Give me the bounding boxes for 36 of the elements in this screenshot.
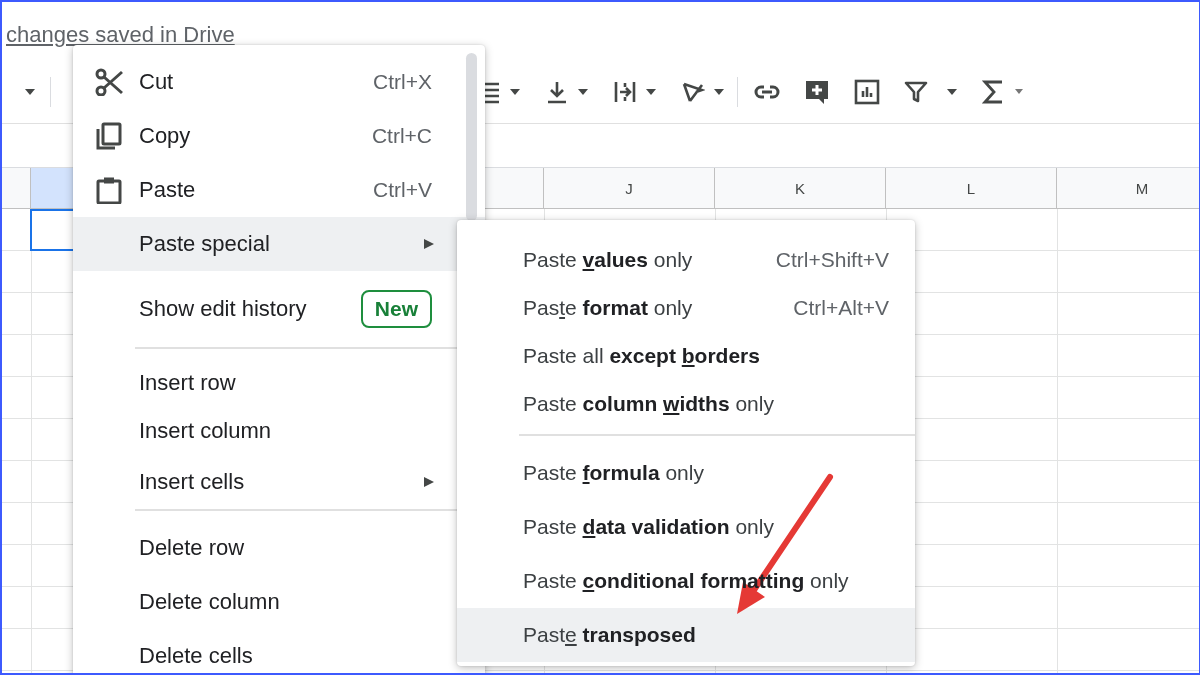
menu-item[interactable]: Paste special — [73, 217, 485, 271]
caret-icon[interactable] — [24, 87, 36, 96]
menu-item[interactable]: Paste formula only — [457, 446, 915, 500]
caret-icon[interactable] — [577, 87, 589, 96]
submenu-arrow-icon — [423, 238, 435, 250]
caret-icon[interactable] — [1014, 88, 1024, 95]
caret-icon[interactable] — [946, 87, 958, 96]
new-badge: New — [360, 290, 432, 328]
menu-item[interactable]: Paste data validation only — [457, 500, 915, 554]
menu-item[interactable]: Paste column widths only — [457, 380, 915, 428]
vertical-align-bottom-icon[interactable] — [545, 79, 569, 104]
scrollbar-thumb[interactable] — [466, 53, 477, 221]
shortcut-text: Ctrl+V — [373, 178, 432, 202]
caret-icon[interactable] — [645, 87, 657, 96]
chart-icon[interactable] — [854, 78, 880, 105]
menu-item[interactable]: Copy Ctrl+C — [73, 109, 485, 163]
column-header[interactable]: K — [715, 168, 886, 208]
add-comment-icon[interactable] — [804, 78, 830, 105]
menu-item[interactable]: Paste transposed — [457, 608, 915, 662]
sigma-icon[interactable] — [982, 79, 1004, 104]
shortcut-text: Ctrl+C — [371, 124, 432, 148]
menu-item[interactable]: Cut Ctrl+X — [73, 55, 485, 109]
filter-icon[interactable] — [904, 79, 928, 104]
caret-icon[interactable] — [509, 87, 521, 96]
column-header[interactable]: J — [544, 168, 715, 208]
text-wrap-icon[interactable] — [613, 79, 637, 104]
caret-icon[interactable] — [713, 87, 725, 96]
menu-item[interactable]: Paste all except borders — [457, 332, 915, 380]
menu-item[interactable]: Paste format only Ctrl+Alt+V — [457, 284, 915, 332]
column-header[interactable]: M — [1057, 168, 1199, 208]
submenu-arrow-icon — [423, 476, 435, 488]
shortcut-text: Ctrl+Shift+V — [775, 248, 889, 272]
shortcut-text: Ctrl+X — [373, 70, 432, 94]
menu-item[interactable]: Paste Ctrl+V — [73, 163, 485, 217]
shortcut-text: Ctrl+Alt+V — [793, 296, 889, 320]
column-header[interactable]: L — [886, 168, 1057, 208]
